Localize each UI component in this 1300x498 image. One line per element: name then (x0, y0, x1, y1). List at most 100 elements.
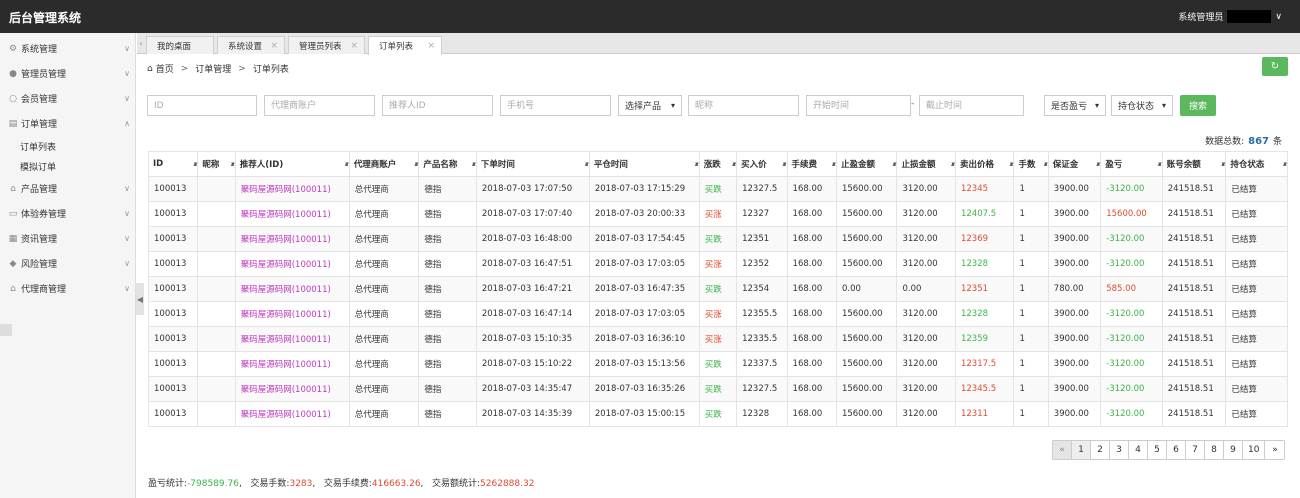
sidebar-item-8[interactable]: ⌂ 代理商管理 ∨ (0, 276, 135, 301)
refresh-button[interactable]: ↻ (1262, 57, 1288, 76)
sidebar-subitem-0[interactable]: 订单列表 (0, 136, 135, 156)
column-header[interactable]: 涨跌 ▴▾ (698, 151, 738, 177)
column-header[interactable]: 买入价 ▴▾ (736, 151, 788, 177)
position-status-select[interactable]: 持仓状态 ▾ (1111, 95, 1173, 116)
phone-input[interactable] (500, 95, 611, 116)
column-header[interactable]: 止盈金额 ▴▾ (835, 151, 898, 177)
tab-1[interactable]: 系统设置 × (217, 36, 285, 54)
close-icon[interactable]: × (350, 41, 358, 51)
close-icon[interactable]: × (270, 41, 278, 51)
referrer-id-input[interactable] (382, 95, 493, 116)
tab-2[interactable]: 管理员列表 × (288, 36, 365, 54)
table-row[interactable]: 100013 聚码屋源码网(100011) 总代理商 德指 2018-07-03 16:… (147, 226, 1288, 252)
sort-icon[interactable]: ▴▾ (414, 160, 418, 168)
breadcrumb-section[interactable]: 订单管理 (195, 62, 231, 75)
tab-0[interactable]: 我的桌面 (146, 36, 214, 54)
sort-icon[interactable]: ▴▾ (832, 160, 836, 168)
sort-icon[interactable]: ▴▾ (951, 160, 955, 168)
sort-icon[interactable]: ▴▾ (695, 160, 699, 168)
product-select[interactable]: 选择产品 ▾ (618, 95, 682, 116)
column-header[interactable]: 保证金 ▴▾ (1047, 151, 1102, 177)
pagination-page[interactable]: 7 (1186, 441, 1205, 459)
column-header[interactable]: 代理商账户 ▴▾ (348, 151, 420, 177)
table-row[interactable]: 100013 聚码屋源码网(100011) 总代理商 德指 2018-07-03 15:… (147, 326, 1288, 352)
pagination-prev[interactable]: « (1053, 441, 1072, 459)
pagination-page[interactable]: 3 (1110, 441, 1129, 459)
sort-icon[interactable]: ▴▾ (231, 160, 235, 168)
close-icon[interactable]: × (427, 41, 435, 51)
table-cell[interactable]: 聚码屋源码网(100011) (234, 201, 350, 227)
table-row[interactable]: 100013 聚码屋源码网(100011) 总代理商 德指 2018-07-03 14:… (147, 376, 1288, 402)
sort-icon[interactable]: ▴▾ (732, 160, 736, 168)
table-cell[interactable]: 聚码屋源码网(100011) (234, 226, 350, 252)
sidebar-item-3[interactable]: ▤ 订单管理 ∧ (0, 111, 135, 136)
start-time-input[interactable] (806, 95, 911, 116)
sort-icon[interactable]: ▴▾ (1044, 160, 1048, 168)
sidebar-item-4[interactable]: ⌂ 产品管理 ∨ (0, 176, 135, 201)
table-cell[interactable]: 聚码屋源码网(100011) (234, 376, 350, 402)
sidebar-item-0[interactable]: ⚙ 系统管理 ∨ (0, 36, 135, 61)
sort-icon[interactable]: ▴▾ (585, 160, 589, 168)
sort-icon[interactable]: ▴▾ (472, 160, 476, 168)
column-header[interactable]: 止损金额 ▴▾ (896, 151, 956, 177)
sort-icon[interactable]: ▴▾ (1221, 160, 1225, 168)
column-header[interactable]: 持仓状态 ▴▾ (1225, 151, 1288, 177)
table-cell[interactable]: 聚码屋源码网(100011) (234, 251, 350, 277)
column-header[interactable]: 盈亏 ▴▾ (1100, 151, 1163, 177)
sidebar-item-2[interactable]: ○ 会员管理 ∨ (0, 86, 135, 111)
table-cell[interactable]: 聚码屋源码网(100011) (234, 401, 350, 427)
table-cell[interactable]: 聚码屋源码网(100011) (234, 301, 350, 327)
pagination-page[interactable]: 8 (1205, 441, 1224, 459)
search-button[interactable]: 搜索 (1180, 95, 1216, 116)
column-header[interactable]: 产品名称 ▴▾ (418, 151, 477, 177)
pagination-page[interactable]: 6 (1167, 441, 1186, 459)
sidebar-item-5[interactable]: ▭ 体验券管理 ∨ (0, 201, 135, 226)
column-header[interactable]: 下单时间 ▴▾ (475, 151, 590, 177)
sort-icon[interactable]: ▴▾ (1158, 160, 1162, 168)
table-row[interactable]: 100013 聚码屋源码网(100011) 总代理商 德指 2018-07-03 16:… (147, 276, 1288, 302)
sidebar-collapse-handle[interactable]: ◀ (136, 283, 144, 315)
sidebar-item-1[interactable]: ● 管理员管理 ∨ (0, 61, 135, 86)
sort-icon[interactable]: ▴▾ (1096, 160, 1100, 168)
sidebar-subitem-1[interactable]: 模拟订单 (0, 156, 135, 176)
column-header[interactable]: ID ▴▾ (147, 151, 199, 177)
sort-icon[interactable]: ▴▾ (783, 160, 787, 168)
pagination-page[interactable]: 1 (1072, 441, 1091, 459)
breadcrumb-home[interactable]: 首页 (156, 62, 174, 75)
end-time-input[interactable] (919, 95, 1024, 116)
table-cell[interactable]: 聚码屋源码网(100011) (234, 326, 350, 352)
id-input[interactable] (147, 95, 257, 116)
tab-3[interactable]: 订单列表 × (368, 36, 442, 55)
column-header[interactable]: 平仓时间 ▴▾ (588, 151, 700, 177)
tab-scroll-left-icon[interactable]: ‹ (137, 33, 145, 54)
sort-icon[interactable]: ▴▾ (1283, 160, 1287, 168)
table-cell[interactable]: 聚码屋源码网(100011) (234, 176, 350, 202)
pagination-next[interactable]: » (1265, 441, 1284, 459)
column-header[interactable]: 手续费 ▴▾ (786, 151, 837, 177)
table-row[interactable]: 100013 聚码屋源码网(100011) 总代理商 德指 2018-07-03 17:… (147, 201, 1288, 227)
sort-icon[interactable]: ▴▾ (892, 160, 896, 168)
sidebar-item-6[interactable]: ▦ 资讯管理 ∨ (0, 226, 135, 251)
pagination-page[interactable]: 10 (1243, 441, 1266, 459)
table-cell[interactable]: 聚码屋源码网(100011) (234, 351, 350, 377)
column-header[interactable]: 卖出价格 ▴▾ (954, 151, 1015, 177)
pagination-page[interactable]: 5 (1148, 441, 1167, 459)
sidebar-item-7[interactable]: ◆ 风险管理 ∨ (0, 251, 135, 276)
sidebar-mini-toggle[interactable] (0, 324, 12, 336)
table-row[interactable]: 100013 聚码屋源码网(100011) 总代理商 德指 2018-07-03 14:… (147, 401, 1288, 427)
profit-select[interactable]: 是否盈亏 ▾ (1044, 95, 1106, 116)
column-header[interactable]: 推荐人(ID) ▴▾ (234, 151, 350, 177)
agent-account-input[interactable] (264, 95, 375, 116)
table-row[interactable]: 100013 聚码屋源码网(100011) 总代理商 德指 2018-07-03 17:… (147, 176, 1288, 202)
sort-icon[interactable]: ▴▾ (1009, 160, 1013, 168)
pagination-page[interactable]: 4 (1129, 441, 1148, 459)
column-header[interactable]: 手数 ▴▾ (1013, 151, 1049, 177)
table-row[interactable]: 100013 聚码屋源码网(100011) 总代理商 德指 2018-07-03 16:… (147, 301, 1288, 327)
table-cell[interactable]: 聚码屋源码网(100011) (234, 276, 350, 302)
sort-icon[interactable]: ▴▾ (193, 160, 197, 168)
nickname-input[interactable] (688, 95, 799, 116)
pagination-page[interactable]: 9 (1224, 441, 1243, 459)
table-row[interactable]: 100013 聚码屋源码网(100011) 总代理商 德指 2018-07-03 16:… (147, 251, 1288, 277)
sort-icon[interactable]: ▴▾ (345, 160, 349, 168)
pagination-page[interactable]: 2 (1091, 441, 1110, 459)
